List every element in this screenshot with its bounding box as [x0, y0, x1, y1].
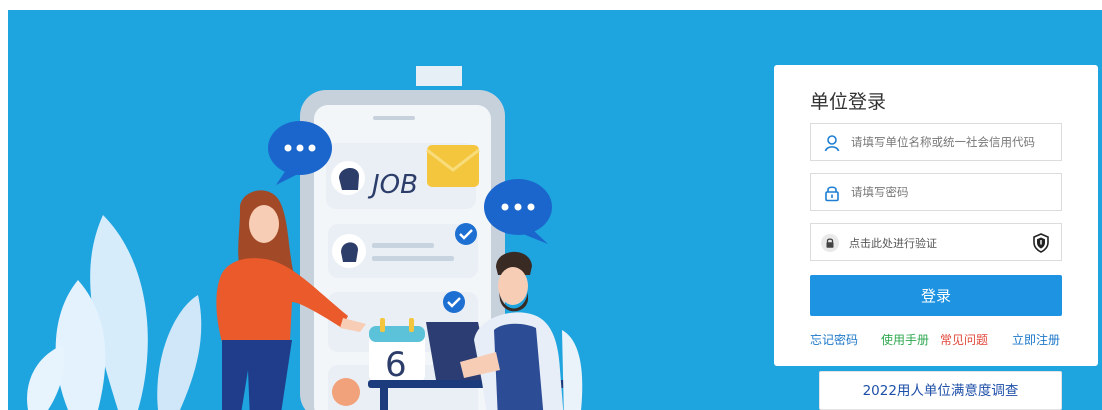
padlock-icon	[825, 186, 839, 202]
recruitment-illustration: JOB 6	[27, 66, 583, 410]
user-manual-link[interactable]: 使用手册	[881, 331, 929, 348]
satisfaction-survey-button[interactable]: 2022用人单位满意度调查	[819, 371, 1062, 410]
password-field[interactable]	[810, 173, 1062, 211]
login-button[interactable]: 登录	[810, 275, 1062, 316]
calendar-day-label: 6	[385, 345, 407, 385]
envelope-icon	[426, 145, 480, 187]
user-icon	[824, 135, 840, 152]
username-field[interactable]	[810, 123, 1062, 161]
lock-icon	[821, 234, 839, 252]
username-input[interactable]	[851, 124, 1051, 160]
register-link[interactable]: 立即注册	[1012, 331, 1060, 348]
captcha-verify-label: 点击此处进行验证	[849, 237, 937, 250]
leaf-plant-illustration	[27, 215, 202, 410]
faq-link[interactable]: 常见问题	[940, 331, 988, 348]
page: JOB 6 单位登录 请填写单位名称或统一社会信用代码 点击此处进行验证 登录 …	[0, 0, 1102, 410]
help-links: 忘记密码 使用手册 常见问题 立即注册	[810, 331, 1062, 347]
job-label: JOB	[367, 170, 418, 200]
forgot-password-link[interactable]: 忘记密码	[810, 331, 858, 348]
captcha-verify-button[interactable]: 点击此处进行验证	[810, 223, 1062, 261]
password-input[interactable]	[851, 174, 1051, 210]
login-panel: 单位登录 点击此处进行验证	[774, 65, 1098, 366]
shield-icon	[1033, 233, 1049, 253]
login-title: 单位登录	[810, 91, 887, 113]
